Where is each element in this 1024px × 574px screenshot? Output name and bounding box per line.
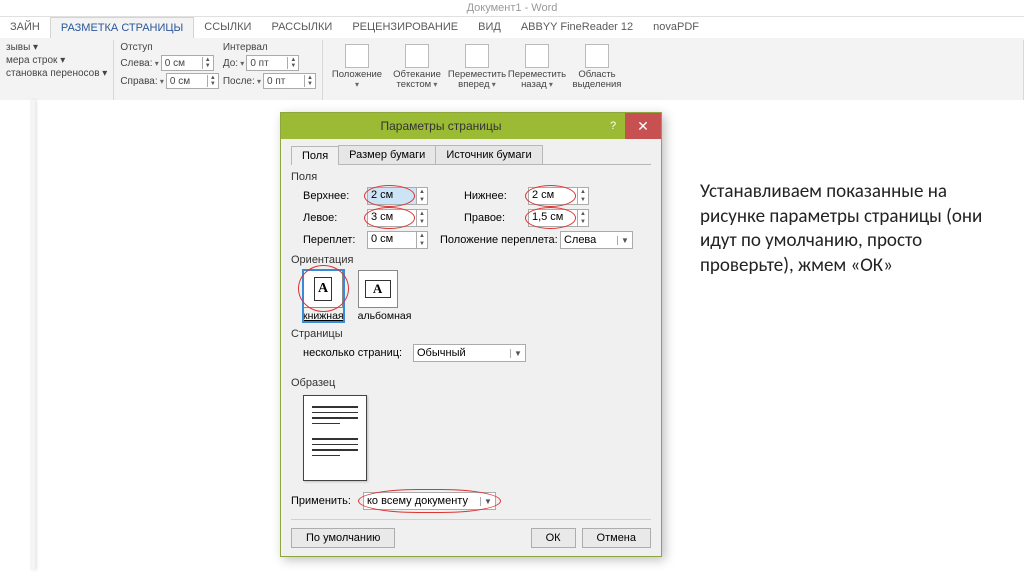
gutter-pos-select[interactable]: Слева▼ xyxy=(560,231,633,249)
preview-area xyxy=(303,395,651,481)
ribbon-tabs: ЗАЙН РАЗМЕТКА СТРАНИЦЫ ССЫЛКИ РАССЫЛКИ Р… xyxy=(0,17,1024,38)
breaks-menu[interactable]: зывы ▾ xyxy=(6,42,107,53)
margin-left-label: Левое: xyxy=(303,212,367,224)
margin-bottom-label: Нижнее: xyxy=(464,190,528,202)
line-numbers-menu[interactable]: мера строк ▾ xyxy=(6,55,107,66)
apply-to-select[interactable]: ко всему документу▼ xyxy=(363,492,496,510)
tab-review[interactable]: РЕЦЕНЗИРОВАНИЕ xyxy=(342,17,468,38)
spacing-before-input[interactable]: 0 пт▲▼ xyxy=(246,55,299,71)
dialog-help-button[interactable]: ? xyxy=(601,120,625,132)
ok-button[interactable]: ОК xyxy=(531,528,576,548)
margin-bottom-input[interactable]: 2 см▲▼ xyxy=(528,187,589,205)
gutter-input[interactable]: 0 см▲▼ xyxy=(367,231,428,249)
indent-label: Отступ xyxy=(120,42,219,53)
spacing-after-input[interactable]: 0 пт▲▼ xyxy=(263,73,316,89)
cancel-button[interactable]: Отмена xyxy=(582,528,651,548)
tab-paper-source[interactable]: Источник бумаги xyxy=(435,145,542,164)
tab-margins[interactable]: Поля xyxy=(291,146,339,165)
page-setup-dialog: Параметры страницы ? ✕ Поля Размер бумаг… xyxy=(280,112,662,557)
gutter-pos-label: Положение переплета: xyxy=(440,234,560,246)
hyphenation-menu[interactable]: становка переносов ▾ xyxy=(6,68,107,79)
tab-paper-size[interactable]: Размер бумаги xyxy=(338,145,436,164)
bring-forward-button[interactable]: Переместить вперед xyxy=(449,42,505,90)
backward-icon xyxy=(525,44,549,68)
dialog-tabs: Поля Размер бумаги Источник бумаги xyxy=(291,145,651,165)
indent-left-input[interactable]: 0 см▲▼ xyxy=(161,55,214,71)
tab-abbyy[interactable]: ABBYY FineReader 12 xyxy=(511,17,643,38)
dialog-title: Параметры страницы xyxy=(281,119,601,133)
send-backward-button[interactable]: Переместить назад xyxy=(509,42,565,90)
position-button[interactable]: Положение xyxy=(329,42,385,90)
gutter-label: Переплет: xyxy=(303,234,367,246)
section-preview-label: Образец xyxy=(291,377,651,389)
section-orientation-label: Ориентация xyxy=(291,254,651,266)
window-title: Документ1 - Word xyxy=(0,0,1024,17)
selection-icon xyxy=(585,44,609,68)
tab-view[interactable]: ВИД xyxy=(468,17,511,38)
tab-page-layout[interactable]: РАЗМЕТКА СТРАНИЦЫ xyxy=(50,17,194,38)
indent-right-input[interactable]: 0 см▲▼ xyxy=(166,73,219,89)
indent-left-label: Слева: xyxy=(120,58,158,69)
margin-left-input[interactable]: 3 см▲▼ xyxy=(367,209,428,227)
page-edge xyxy=(30,100,35,570)
selection-pane-button[interactable]: Область выделения xyxy=(569,42,625,90)
indent-right-label: Справа: xyxy=(120,76,164,87)
preview-page-icon xyxy=(303,395,367,481)
tab-mailings[interactable]: РАССЫЛКИ xyxy=(261,17,342,38)
wrap-icon xyxy=(405,44,429,68)
dialog-titlebar: Параметры страницы ? ✕ xyxy=(281,113,661,139)
margin-top-input[interactable]: 2 см▲▼ xyxy=(367,187,428,205)
multipage-label: несколько страниц: xyxy=(303,347,413,359)
margin-right-label: Правое: xyxy=(464,212,528,224)
spacing-after-label: После: xyxy=(223,76,261,87)
default-button[interactable]: По умолчанию xyxy=(291,528,395,548)
wrap-text-button[interactable]: Обтекание текстом xyxy=(389,42,445,90)
multipage-select[interactable]: Обычный▼ xyxy=(413,344,526,362)
spacing-before-label: До: xyxy=(223,58,244,69)
section-pages-label: Страницы xyxy=(291,328,651,340)
tab-design[interactable]: ЗАЙН xyxy=(0,17,50,38)
position-icon xyxy=(345,44,369,68)
apply-to-label: Применить: xyxy=(291,495,363,507)
margin-right-input[interactable]: 1,5 см▲▼ xyxy=(528,209,589,227)
dialog-close-button[interactable]: ✕ xyxy=(625,113,661,139)
forward-icon xyxy=(465,44,489,68)
margin-top-label: Верхнее: xyxy=(303,190,367,202)
orientation-landscape[interactable]: A альбомная xyxy=(358,270,412,322)
interval-label: Интервал xyxy=(223,42,316,53)
section-fields-label: Поля xyxy=(291,171,651,183)
tab-novapdf[interactable]: novaPDF xyxy=(643,17,709,38)
orientation-portrait[interactable]: A книжная xyxy=(303,270,344,322)
tab-references[interactable]: ССЫЛКИ xyxy=(194,17,261,38)
instruction-text: Устанавливаем показанные на рисунке пара… xyxy=(700,180,1000,279)
